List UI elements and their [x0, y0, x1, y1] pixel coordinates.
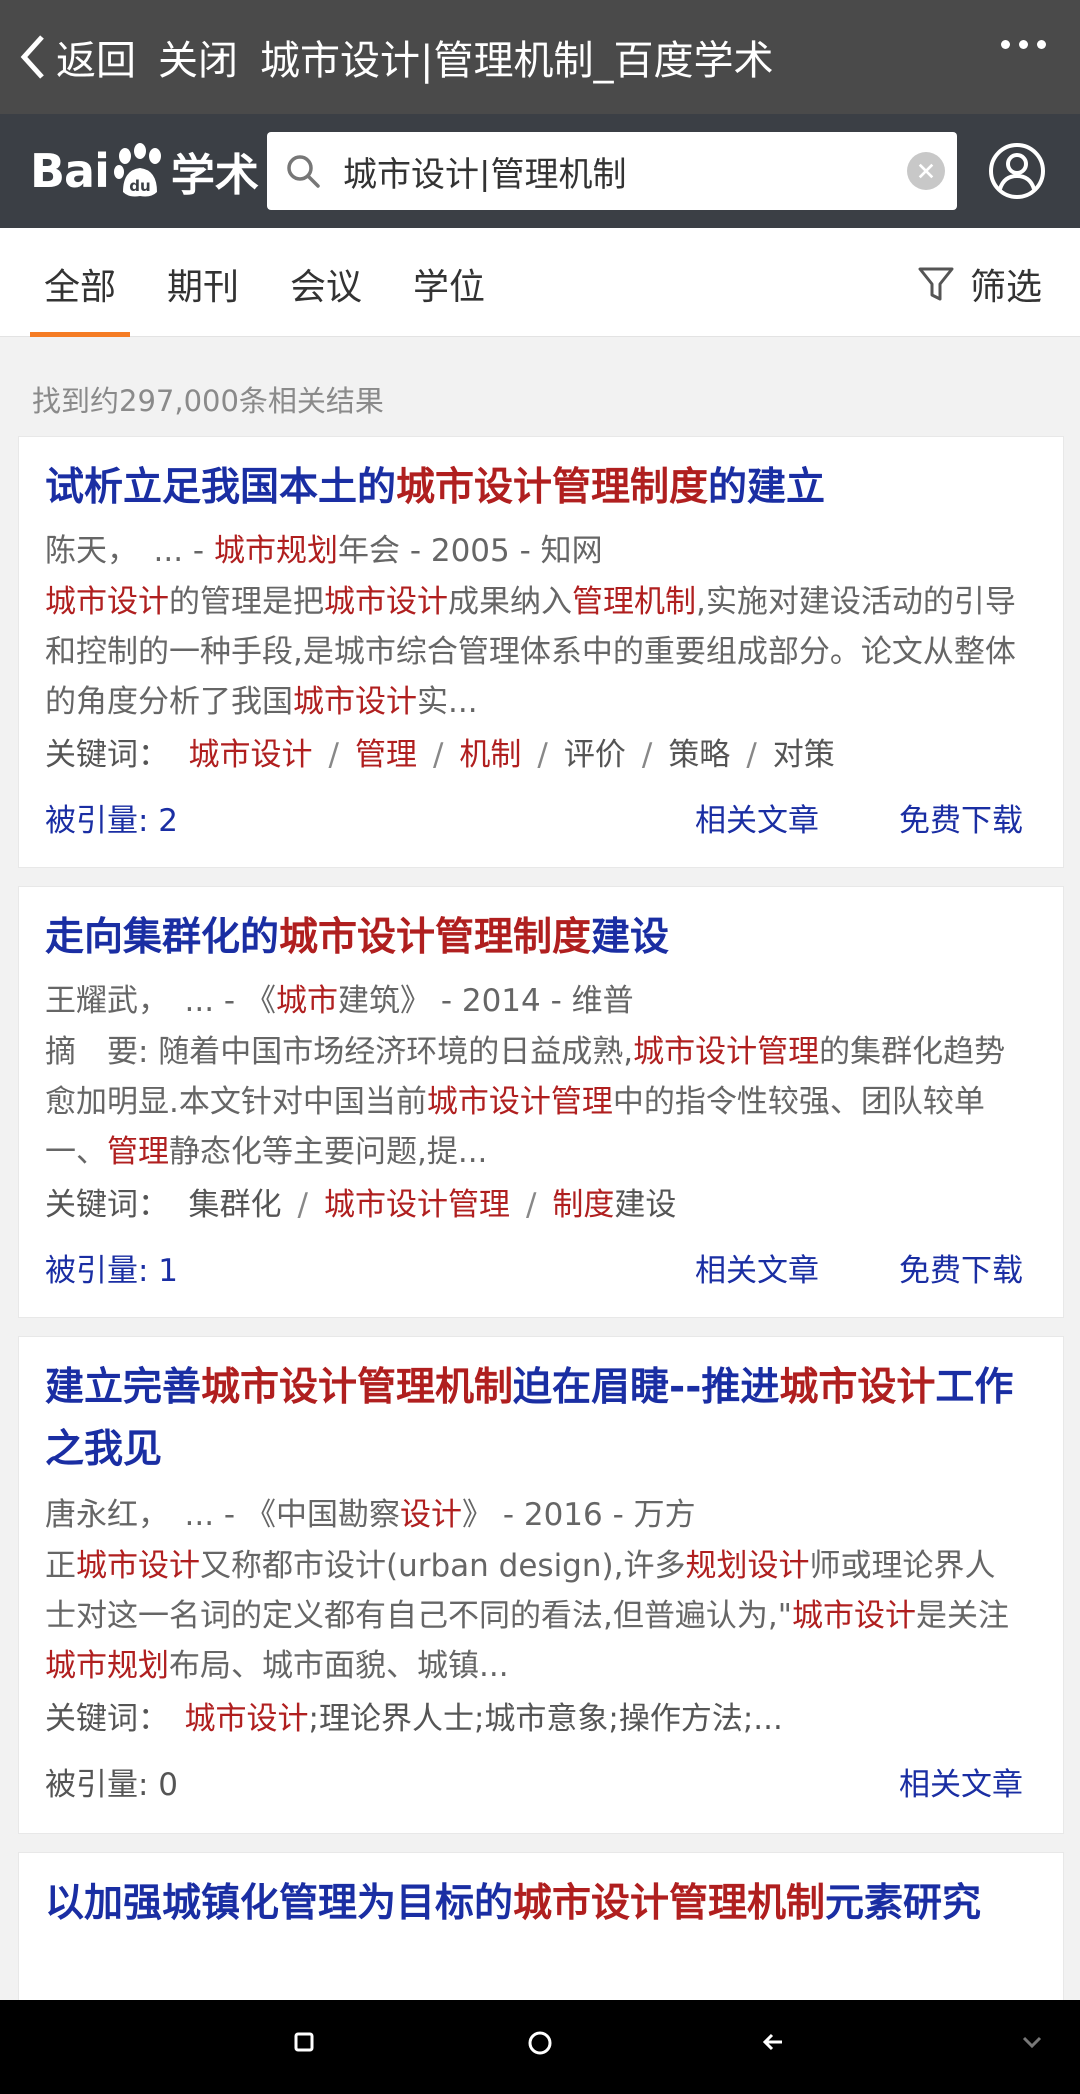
filter-label: 筛选 [969, 267, 1042, 308]
back-arrow-icon[interactable] [761, 2030, 785, 2054]
citation-count[interactable]: 被引量: 2 [45, 795, 178, 840]
close-button[interactable]: 关闭 [158, 28, 238, 86]
keyword-link[interactable]: 对策 [773, 737, 835, 773]
search-icon [287, 155, 320, 188]
recent-apps-icon[interactable] [292, 2030, 316, 2054]
keyword-link[interactable]: 城市设计 [189, 737, 313, 773]
free-download-link[interactable]: 免费下载 [899, 1245, 1023, 1290]
keyword-link[interactable]: 机制 [459, 737, 521, 773]
result-keywords: 关键词： 集群化 / 城市设计管理 / 制度建设 [45, 1187, 677, 1223]
result-meta: 陈天， ... - 城市规划年会 - 2005 - 知网 [45, 533, 603, 569]
result-title[interactable]: 建立完善城市设计管理机制迫在眉睫--推进城市设计工作之我见 [45, 1357, 1037, 1481]
search-box [267, 132, 957, 210]
tab-all[interactable]: 全部 [29, 258, 131, 337]
logo-bai-text: Bai [30, 144, 110, 198]
more-menu-icon[interactable] [1001, 40, 1046, 49]
related-articles-link[interactable]: 相关文章 [695, 1245, 819, 1290]
result-card: 试析立足我国本土的城市设计管理制度的建立 陈天， ... - 城市规划年会 - … [18, 436, 1064, 868]
logo-du-text: du [129, 177, 150, 195]
citation-count[interactable]: 被引量: 1 [45, 1245, 178, 1290]
keyword-link[interactable]: 城市设计管理 [324, 1187, 510, 1223]
result-keywords: 关键词： 城市设计 / 管理 / 机制 / 评价 / 策略 / 对策 [45, 737, 835, 773]
paw-logo-icon: du [113, 143, 161, 197]
result-card: 建立完善城市设计管理机制迫在眉睫--推进城市设计工作之我见 唐永红， ... -… [18, 1336, 1064, 1834]
chevron-left-icon [20, 35, 44, 79]
keyword-link[interactable]: 评价 [564, 737, 626, 773]
result-title[interactable]: 走向集群化的城市设计管理制度建设 [45, 907, 1037, 969]
related-articles-link[interactable]: 相关文章 [695, 795, 819, 840]
clear-search-button[interactable] [907, 152, 945, 190]
result-card: 以加强城镇化管理为目标的城市设计管理机制元素研究 [18, 1852, 1064, 2014]
search-header: Bai du 学术 [0, 114, 1080, 228]
result-meta: 唐永红， ... - 《中国勘察设计》 - 2016 - 万方 [45, 1497, 696, 1533]
result-count: 找到约297,000条相关结果 [32, 384, 384, 418]
free-download-link[interactable]: 免费下载 [899, 795, 1023, 840]
system-nav-bar [0, 2000, 1080, 2094]
keyword-link[interactable]: 城市设计 [185, 1701, 309, 1737]
baidu-xueshu-logo[interactable]: Bai du 学术 [30, 139, 259, 203]
citation-count: 被引量: 0 [45, 1767, 179, 1803]
chevron-down-icon[interactable] [1020, 2030, 1044, 2054]
result-abstract: 正城市设计又称都市设计(urban design),许多规划设计师或理论界人士对… [45, 1548, 1009, 1684]
back-button[interactable]: 返回 [18, 28, 136, 86]
category-tabs: 全部 期刊 会议 学位 筛选 [0, 228, 1080, 337]
result-meta: 王耀武， ... - 《城市建筑》 - 2014 - 维普 [45, 983, 634, 1019]
result-title[interactable]: 试析立足我国本土的城市设计管理制度的建立 [45, 457, 1037, 519]
page-title: 城市设计|管理机制_百度学术 [260, 38, 774, 84]
close-icon [918, 163, 934, 179]
logo-xueshu-text: 学术 [170, 150, 259, 201]
top-bar: 返回 关闭 城市设计|管理机制_百度学术 [0, 0, 1080, 114]
tab-conference[interactable]: 会议 [290, 258, 362, 310]
keyword-link[interactable]: 制度建设 [552, 1187, 676, 1223]
tab-journal[interactable]: 期刊 [167, 258, 239, 310]
user-avatar-icon[interactable] [988, 142, 1046, 200]
funnel-icon [918, 267, 954, 301]
related-articles-link[interactable]: 相关文章 [899, 1759, 1023, 1804]
tab-degree[interactable]: 学位 [413, 258, 485, 310]
result-abstract: 摘 要: 随着中国市场经济环境的日益成熟,城市设计管理的集群化趋势愈加明显.本文… [45, 1034, 1006, 1170]
keyword-link[interactable]: 策略 [668, 737, 730, 773]
search-input[interactable] [341, 150, 885, 192]
result-abstract: 城市设计的管理是把城市设计成果纳入管理机制,实施对建设活动的引导和控制的一种手段… [45, 584, 1016, 720]
keyword-link[interactable]: 管理 [355, 737, 417, 773]
back-label: 返回 [56, 38, 136, 84]
filter-button[interactable]: 筛选 [916, 258, 1042, 310]
result-title[interactable]: 以加强城镇化管理为目标的城市设计管理机制元素研究 [45, 1873, 1037, 1935]
home-icon[interactable] [527, 2030, 553, 2056]
result-card: 走向集群化的城市设计管理制度建设 王耀武， ... - 《城市建筑》 - 201… [18, 886, 1064, 1318]
result-keywords: 关键词： 城市设计;理论界人士;城市意象;操作方法;... [45, 1701, 783, 1737]
keyword-link[interactable]: 集群化 [189, 1187, 282, 1223]
